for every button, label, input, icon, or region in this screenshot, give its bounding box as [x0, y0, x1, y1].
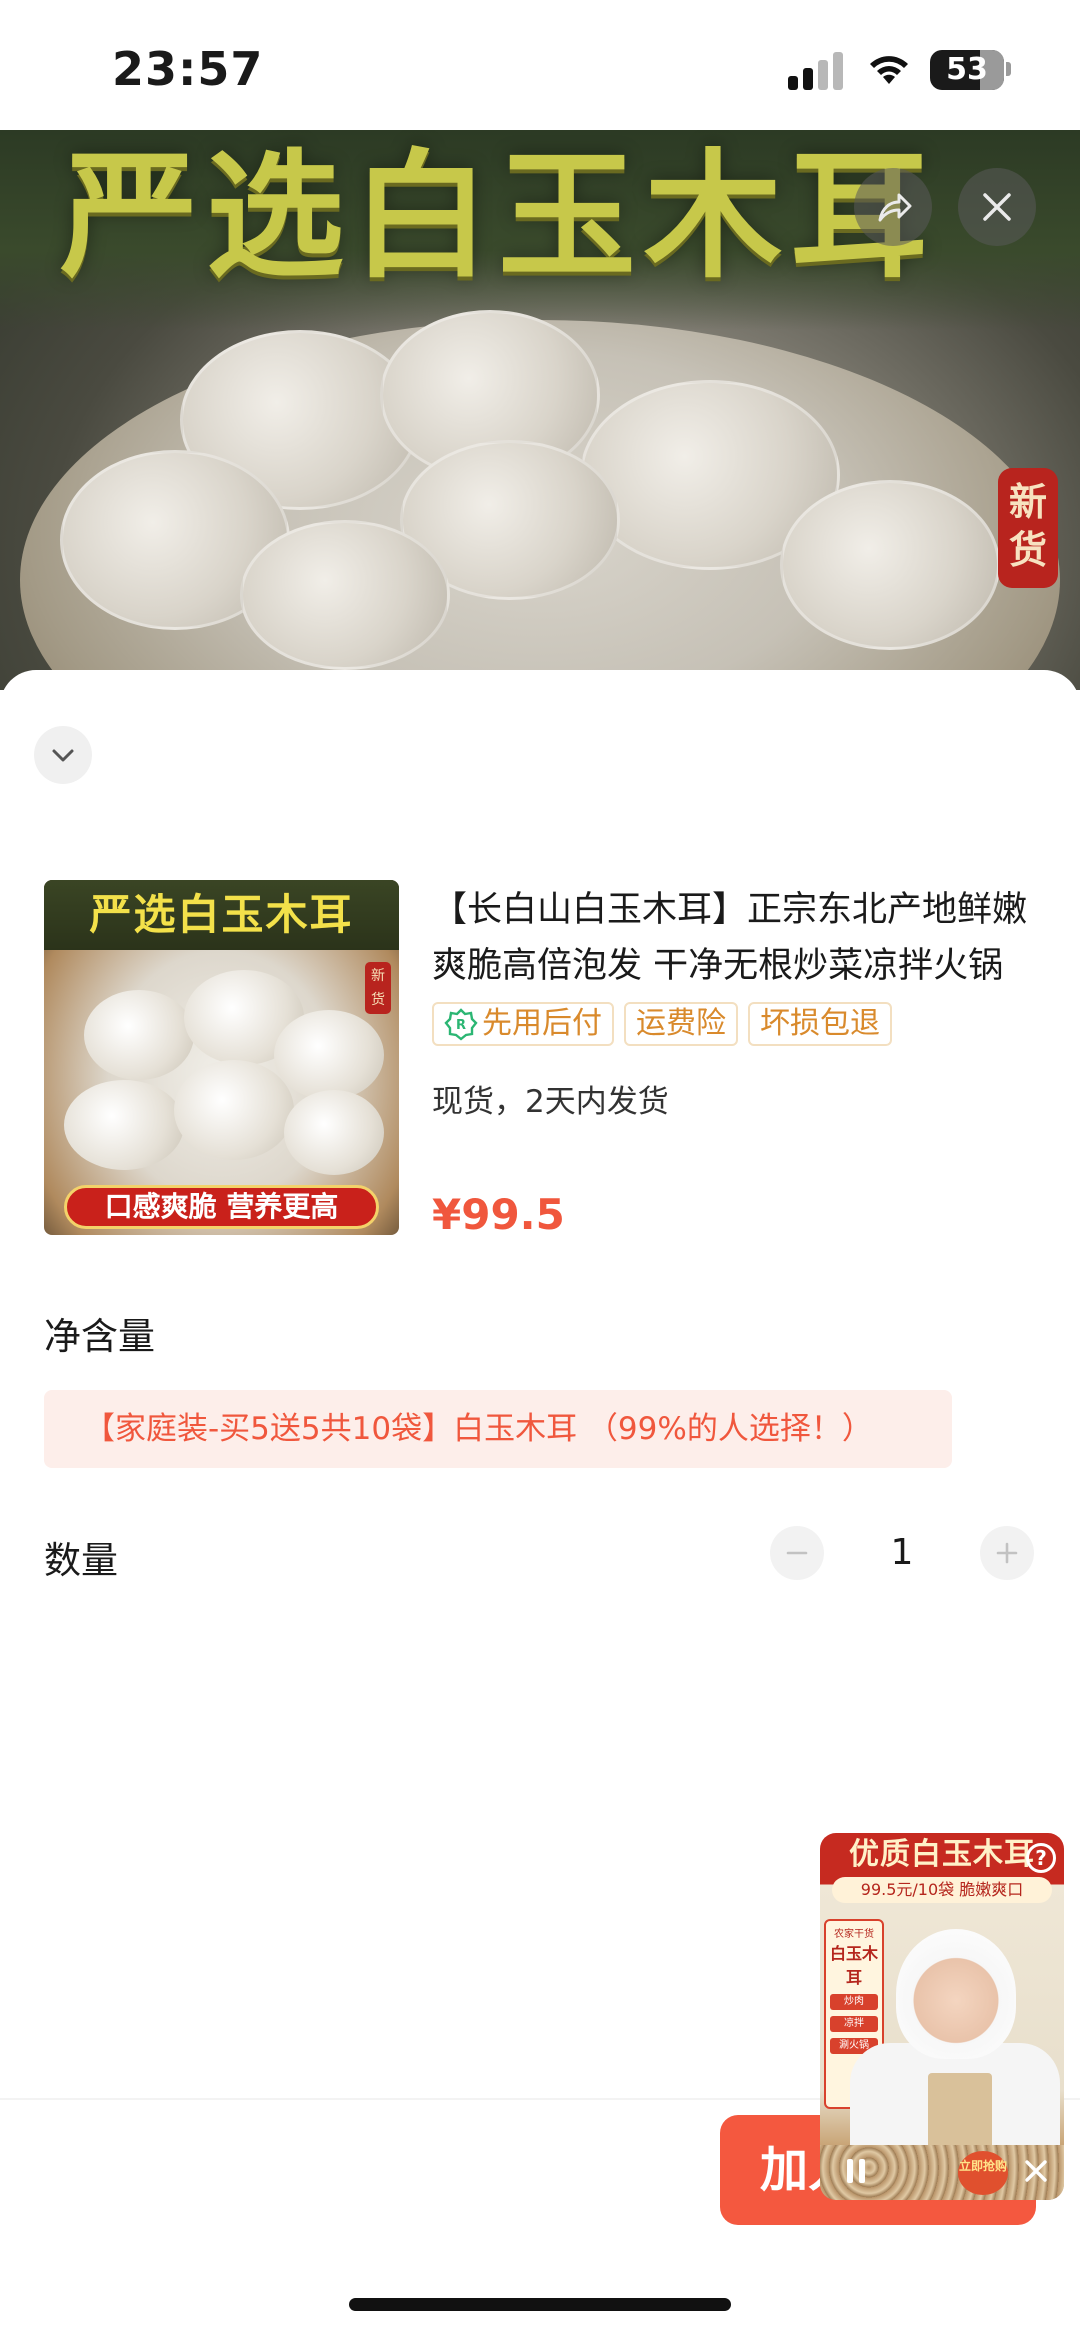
video-board-item: 凉拌: [830, 2016, 878, 2032]
quantity-minus-button[interactable]: [770, 1526, 824, 1580]
close-icon: [983, 193, 1011, 221]
minus-icon: [786, 1551, 808, 1555]
shipping-info: 现货，2天内发货: [432, 1084, 669, 1120]
thumb-fungus: [64, 1080, 184, 1170]
tag-damage-refund: 坏损包退: [748, 1002, 892, 1046]
service-tags: R 先用后付 运费险 坏损包退: [432, 1002, 892, 1046]
thumb-fungus: [274, 1010, 384, 1100]
plus-icon: [996, 1542, 1018, 1564]
video-board-title: 白玉木耳: [829, 1944, 878, 1987]
battery-tip: [1006, 62, 1011, 76]
share-button[interactable]: [854, 168, 932, 246]
quantity-value[interactable]: 1: [872, 1532, 932, 1573]
pause-icon[interactable]: [836, 2151, 876, 2191]
close-button[interactable]: [958, 168, 1036, 246]
product-thumbnail[interactable]: 严选白玉木耳 新货 口感爽脆 营养更高: [44, 880, 399, 1235]
svg-text:R: R: [456, 1018, 466, 1033]
thumb-badge: 新货: [365, 962, 391, 1014]
video-close-button[interactable]: [1016, 2151, 1056, 2191]
floating-video-player[interactable]: 优质白玉木耳 99.5元/10袋 脆嫩爽口 ? 农家干货 白玉木耳 炒肉 凉拌 …: [820, 1833, 1064, 2200]
product-price: ¥99.5: [432, 1190, 565, 1239]
video-product-bag: [928, 2073, 992, 2153]
hero-new-badge: 新货: [998, 468, 1058, 588]
thumb-fungus: [84, 990, 194, 1080]
cellular-signal-icon: [788, 52, 844, 90]
spec-label: 净含量: [44, 1315, 155, 1358]
video-subtitle: 99.5元/10袋 脆嫩爽口: [832, 1877, 1052, 1903]
tag-shipping-insurance-label: 运费险: [636, 1006, 726, 1041]
tag-damage-refund-label: 坏损包退: [760, 1006, 880, 1041]
spec-option-selected[interactable]: 【家庭装-买5送5共10袋】白玉木耳 （99%的人选择！）: [44, 1390, 952, 1468]
video-board-item: 炒肉: [830, 1994, 878, 2010]
close-icon: [1025, 2160, 1047, 2182]
thumb-title: 严选白玉木耳: [44, 880, 399, 950]
battery-percent: 53: [946, 52, 988, 87]
thumb-fungus: [174, 1060, 294, 1160]
video-buy-badge[interactable]: 立即抢购: [958, 2151, 1008, 2195]
tag-pay-later-label: 先用后付: [482, 1006, 602, 1041]
pay-later-icon: R: [444, 1008, 478, 1041]
wifi-icon: [870, 56, 908, 84]
video-presenter: [896, 1929, 1016, 2059]
hero-product-image: 严选白玉木耳 新货: [0, 130, 1080, 690]
battery-icon: 53: [930, 50, 1004, 90]
chevron-down-icon: [52, 749, 74, 762]
thumb-fungus: [284, 1090, 384, 1175]
tag-shipping-insurance: 运费险: [624, 1002, 738, 1046]
hero-new-badge-text: 新货: [1008, 479, 1047, 572]
thumb-banner: 口感爽脆 营养更高: [64, 1185, 379, 1229]
video-board-head: 农家干货: [834, 1929, 874, 1940]
product-title: 【长白山白玉木耳】正宗东北产地鲜嫩爽脆高倍泡发 干净无根炒菜凉拌火锅: [432, 890, 1028, 986]
hero-fungus: [240, 520, 450, 670]
share-icon: [878, 193, 912, 222]
help-icon[interactable]: ?: [1026, 1843, 1056, 1873]
collapse-button[interactable]: [34, 726, 92, 784]
status-time: 23:57: [112, 42, 264, 96]
quantity-plus-button[interactable]: [980, 1526, 1034, 1580]
home-indicator: [349, 2298, 731, 2311]
tag-pay-later: R 先用后付: [432, 1002, 614, 1046]
hero-fungus: [780, 480, 1000, 650]
status-bar: 23:57 53: [0, 0, 1080, 130]
quantity-label: 数量: [44, 1539, 118, 1582]
